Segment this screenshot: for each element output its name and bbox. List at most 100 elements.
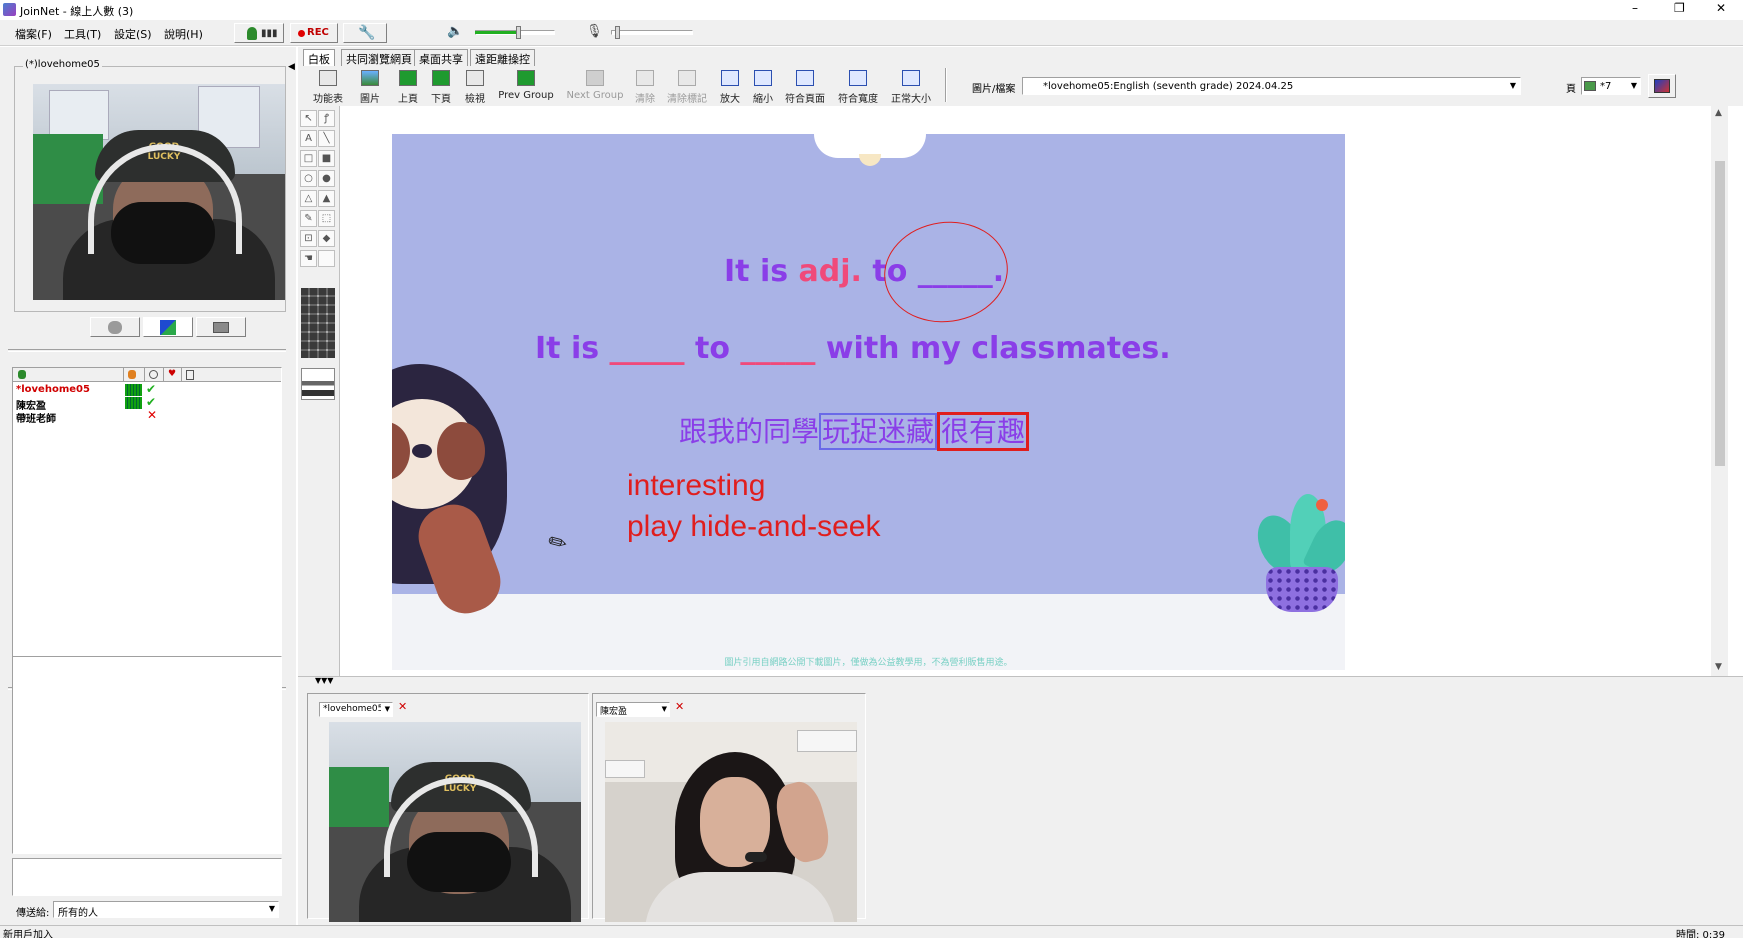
page-select[interactable]: *7 ▼ — [1581, 77, 1641, 95]
scroll-up-arrow[interactable]: ▲ — [1715, 108, 1722, 118]
eraser-tool[interactable]: ◆ — [318, 230, 335, 247]
plant-pot — [1266, 567, 1338, 612]
polygon-tool[interactable]: △ — [300, 190, 317, 207]
snapshot-button[interactable] — [196, 317, 246, 337]
menu-help[interactable]: 說明(H) — [164, 26, 203, 42]
line-tool[interactable]: ╲ — [318, 130, 335, 147]
minimize-button[interactable]: – — [1632, 1, 1638, 15]
wrench-icon: 🔧 — [358, 25, 376, 41]
status-left: 新用戶加入 — [3, 930, 53, 938]
volume-fill — [475, 31, 519, 34]
video-source-select[interactable]: *lovehome05 ▼ — [319, 702, 393, 717]
marquee-tool[interactable]: ⬚ — [318, 210, 335, 227]
fit-page-button[interactable]: 符合頁面 — [782, 70, 828, 105]
line-width-selector[interactable] — [301, 368, 335, 400]
tab-remote-control[interactable]: 遠距離操控 — [470, 49, 535, 66]
fit-page-icon — [796, 70, 814, 86]
blank-tool[interactable] — [318, 250, 335, 267]
menu-tools[interactable]: 工具(T) — [64, 26, 101, 42]
mic-slider[interactable] — [611, 26, 693, 39]
line1-adj: adj. — [798, 254, 862, 289]
zoom-in-icon — [721, 70, 739, 86]
pen-tool[interactable]: ✎ — [300, 210, 317, 227]
lasso-tool[interactable]: ꝭ — [318, 110, 335, 127]
presenter-button[interactable] — [1648, 74, 1676, 98]
normal-size-button[interactable]: 正常大小 — [888, 70, 934, 105]
rec-button[interactable]: REC — [290, 23, 338, 43]
menu-settings[interactable]: 設定(S) — [114, 26, 152, 42]
ellipse-tool[interactable]: ○ — [300, 170, 317, 187]
record-dot-icon — [298, 30, 305, 37]
close-video-icon[interactable]: ✕ — [398, 700, 407, 713]
close-video-icon[interactable]: ✕ — [675, 700, 684, 713]
rec-label: REC — [307, 27, 329, 38]
prev-page-icon — [399, 70, 417, 86]
scroll-down-arrow[interactable]: ▼ — [1715, 662, 1722, 672]
video-tile-lovehome05: *lovehome05 ▼ ✕ GOOD LUCKY — [307, 693, 589, 922]
filled-rectangle-tool[interactable]: ■ — [318, 150, 335, 167]
whiteboard-canvas[interactable]: It is adj. to _____. It is _____ to ____… — [341, 106, 1728, 676]
prev-group-button[interactable]: Prev Group — [495, 70, 557, 101]
clear-button[interactable]: 清除 — [630, 70, 660, 105]
sloth-eye-patch — [437, 422, 485, 480]
chevron-down-icon: ▼ — [384, 705, 390, 713]
mic-thumb[interactable] — [615, 26, 621, 39]
layout-toggle-button[interactable] — [143, 317, 193, 337]
tool-label: 圖片 — [360, 94, 380, 105]
next-group-button[interactable]: Next Group — [564, 70, 626, 101]
settings-wrench-button[interactable]: 🔧 — [343, 23, 387, 43]
scroll-thumb[interactable] — [1715, 161, 1725, 466]
pointer-hand-tool[interactable]: ☚ — [300, 250, 317, 267]
plant-illustration — [1249, 489, 1345, 614]
video-source-select[interactable]: 陳宏盈 ▼ — [596, 702, 670, 717]
volume-slider[interactable] — [475, 26, 555, 39]
stamp-tool[interactable]: ⊡ — [300, 230, 317, 247]
fit-width-icon — [849, 70, 867, 86]
speaker-mode-button[interactable]: ▮▮▮ — [234, 23, 284, 43]
sloth-nose — [412, 444, 432, 458]
video-splitter[interactable]: ▼▼▼ — [298, 676, 1743, 686]
file-value: *lovehome05:English (seventh grade) 2024… — [1043, 81, 1294, 92]
view-button[interactable]: 檢視 — [459, 70, 491, 105]
volume-thumb[interactable] — [516, 26, 521, 39]
restore-button[interactable]: ❐ — [1674, 1, 1685, 15]
tool-label: 符合頁面 — [785, 94, 825, 105]
file-select[interactable]: *lovehome05:English (seventh grade) 2024… — [1022, 77, 1521, 95]
zoom-out-button[interactable]: 縮小 — [748, 70, 778, 105]
chat-input[interactable] — [12, 858, 282, 896]
slide-footer-note: 圖片引用自網路公開下載圖片，僅做為公益教學用，不為營利販售用途。 — [724, 658, 1013, 668]
plant-flower — [1316, 499, 1328, 511]
vertical-scrollbar[interactable]: ▲ ▼ — [1711, 106, 1728, 676]
menu-list-icon — [319, 70, 337, 86]
fit-width-button[interactable]: 符合寬度 — [835, 70, 881, 105]
close-button[interactable]: ✕ — [1716, 1, 1726, 15]
next-page-button[interactable]: 下頁 — [426, 70, 456, 105]
zoom-in-button[interactable]: 放大 — [715, 70, 745, 105]
line2-part-a: It is — [535, 331, 610, 366]
prev-page-button[interactable]: 上頁 — [393, 70, 423, 105]
select-arrow-tool[interactable]: ↖ — [300, 110, 317, 127]
video-source-value: *lovehome05 — [323, 704, 381, 714]
camera-toggle-button[interactable] — [90, 317, 140, 337]
speaker-icon: 🔈 — [447, 24, 464, 39]
note-play-hide-and-seek: play hide-and-seek — [627, 510, 881, 543]
filled-ellipse-tool[interactable]: ● — [318, 170, 335, 187]
tab-cobrowse[interactable]: 共同瀏覽網頁 — [341, 49, 417, 66]
send-to-select[interactable]: 所有的人 ▼ — [53, 901, 279, 919]
clear-marks-button[interactable]: 清除標記 — [664, 70, 710, 105]
menu-tool-button[interactable]: 功能表 — [311, 70, 345, 105]
filled-polygon-tool[interactable]: ▲ — [318, 190, 335, 207]
status-time: 時間: 0:39 — [1676, 930, 1726, 938]
color-grid[interactable] — [301, 288, 335, 358]
tab-desktop-share[interactable]: 桌面共享 — [414, 49, 468, 66]
participant-row[interactable]: 帶班老師 ✕ — [13, 408, 281, 425]
zoom-out-icon — [754, 70, 772, 86]
tab-whiteboard[interactable]: 白板 — [303, 49, 335, 66]
menu-file[interactable]: 檔案(F) — [15, 26, 52, 42]
image-tool-button[interactable]: 圖片 — [353, 70, 387, 105]
rectangle-tool[interactable]: □ — [300, 150, 317, 167]
text-tool[interactable]: A — [300, 130, 317, 147]
presenter-icon — [1654, 79, 1670, 93]
collapse-left-arrow[interactable]: ◀ — [288, 62, 295, 72]
collapse-down-arrows[interactable]: ▼▼▼ — [315, 676, 333, 685]
